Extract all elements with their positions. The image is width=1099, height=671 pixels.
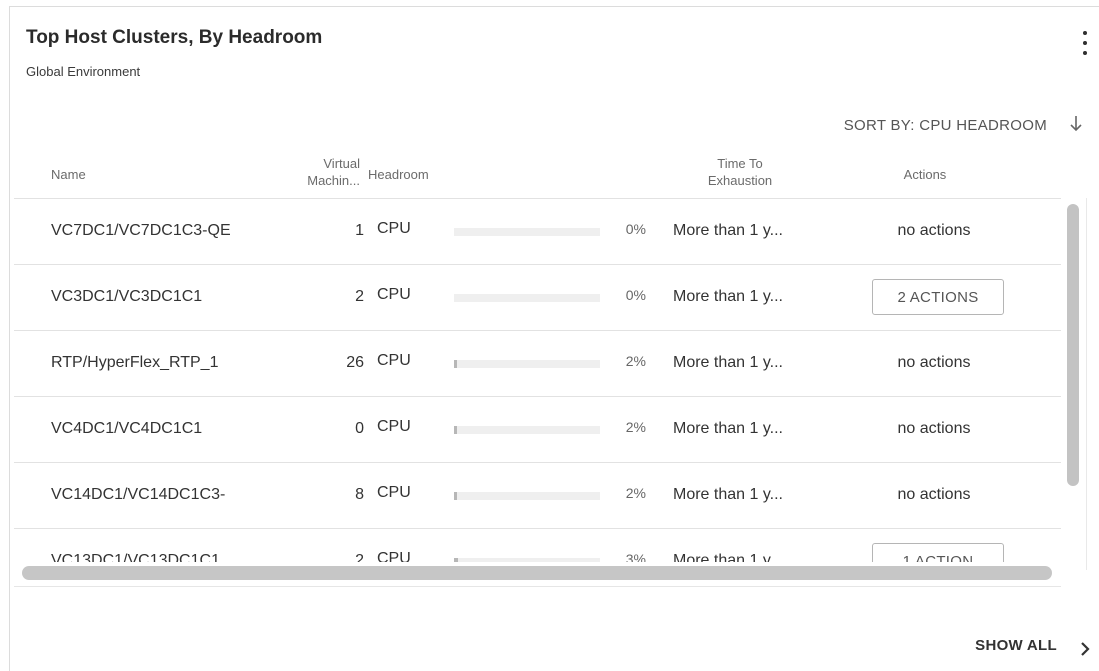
chevron-right-icon[interactable] [1079, 640, 1091, 658]
no-actions-label: no actions [897, 420, 971, 437]
clusters-table: VC7DC1/VC7DC1C3-QE 1 CPU 0% More than 1 … [14, 198, 1061, 562]
time-to-exhaustion: More than 1 y... [673, 288, 783, 305]
column-header-time-line2: Exhaustion [707, 173, 773, 188]
widget-subtitle: Global Environment [26, 64, 141, 79]
resource-label: CPU [377, 418, 411, 435]
resource-label: CPU [377, 352, 411, 369]
headroom-percent: 0% [625, 287, 646, 303]
widget-title: Top Host Clusters, By Headroom [26, 27, 323, 48]
headroom-percent: 2% [625, 353, 646, 369]
actions-button[interactable]: 2 ACTIONS [872, 279, 1004, 315]
actions-button[interactable]: 1 ACTION [872, 543, 1004, 562]
vm-count: 0 [355, 420, 364, 437]
vm-count: 2 [355, 288, 364, 305]
headroom-bar [454, 492, 600, 500]
kebab-menu-icon[interactable] [1077, 29, 1093, 61]
cluster-name[interactable]: VC3DC1/VC3DC1C1 [51, 288, 266, 306]
resource-label: CPU [377, 550, 411, 562]
column-header-vm-line2: Machin... [307, 173, 360, 188]
headroom-percent: 0% [625, 221, 646, 237]
table-row[interactable]: VC4DC1/VC4DC1C1 0 CPU 2% More than 1 y..… [14, 397, 1061, 463]
headroom-bar [454, 558, 600, 562]
no-actions-label: no actions [897, 222, 971, 239]
show-all-link[interactable]: SHOW ALL [975, 637, 1057, 654]
table-row[interactable]: RTP/HyperFlex_RTP_1 26 CPU 2% More than … [14, 331, 1061, 397]
horizontal-scrollbar[interactable] [22, 566, 1052, 580]
vm-count: 26 [346, 354, 364, 371]
vm-count: 2 [355, 552, 364, 562]
cluster-name[interactable]: VC13DC1/VC13DC1C1 [51, 552, 266, 562]
vertical-scrollbar[interactable] [1067, 204, 1079, 486]
cluster-name[interactable]: RTP/HyperFlex_RTP_1 [51, 354, 266, 372]
resource-label: CPU [377, 484, 411, 501]
arrow-down-icon[interactable] [1067, 113, 1085, 135]
table-row[interactable]: VC14DC1/VC14DC1C3- 8 CPU 2% More than 1 … [14, 463, 1061, 529]
resource-label: CPU [377, 220, 411, 237]
column-header-time-to-exhaustion[interactable]: Time To Exhaustion [655, 155, 825, 189]
time-to-exhaustion: More than 1 y... [673, 222, 783, 239]
column-header-vm-line1: Virtual [323, 156, 360, 171]
column-header-time-line1: Time To [717, 156, 763, 171]
cluster-name[interactable]: VC7DC1/VC7DC1C3-QE [51, 222, 266, 240]
column-header-virtual-machines[interactable]: Virtual Machin... [268, 155, 360, 189]
headroom-percent: 2% [625, 419, 646, 435]
vm-count: 8 [355, 486, 364, 503]
no-actions-label: no actions [897, 486, 971, 503]
headroom-bar [454, 360, 600, 368]
column-header-actions[interactable]: Actions [855, 166, 995, 183]
cluster-name[interactable]: VC4DC1/VC4DC1C1 [51, 420, 266, 438]
headroom-bar-fill [454, 360, 457, 368]
column-header-name[interactable]: Name [51, 166, 86, 183]
headroom-bar [454, 426, 600, 434]
resource-label: CPU [377, 286, 411, 303]
footer-divider [14, 586, 1061, 587]
headroom-bar-fill [454, 426, 457, 434]
time-to-exhaustion: More than 1 y... [673, 420, 783, 437]
scroll-track-divider [1086, 198, 1087, 570]
headroom-percent: 2% [625, 485, 646, 501]
column-header-headroom[interactable]: Headroom [368, 166, 429, 183]
time-to-exhaustion: More than 1 y... [673, 552, 783, 562]
table-row[interactable]: VC3DC1/VC3DC1C1 2 CPU 0% More than 1 y..… [14, 265, 1061, 331]
table-row[interactable]: VC13DC1/VC13DC1C1 2 CPU 3% More than 1 y… [14, 529, 1061, 562]
sort-by-control[interactable]: SORT BY: CPU HEADROOM [844, 117, 1047, 134]
headroom-bar-fill [454, 492, 457, 500]
headroom-bar-fill [454, 558, 458, 562]
headroom-bar [454, 294, 600, 302]
headroom-bar [454, 228, 600, 236]
no-actions-label: no actions [897, 354, 971, 371]
table-row[interactable]: VC7DC1/VC7DC1C3-QE 1 CPU 0% More than 1 … [14, 199, 1061, 265]
vm-count: 1 [355, 222, 364, 239]
time-to-exhaustion: More than 1 y... [673, 486, 783, 503]
headroom-percent: 3% [625, 551, 646, 562]
time-to-exhaustion: More than 1 y... [673, 354, 783, 371]
cluster-name[interactable]: VC14DC1/VC14DC1C3- [51, 486, 266, 504]
